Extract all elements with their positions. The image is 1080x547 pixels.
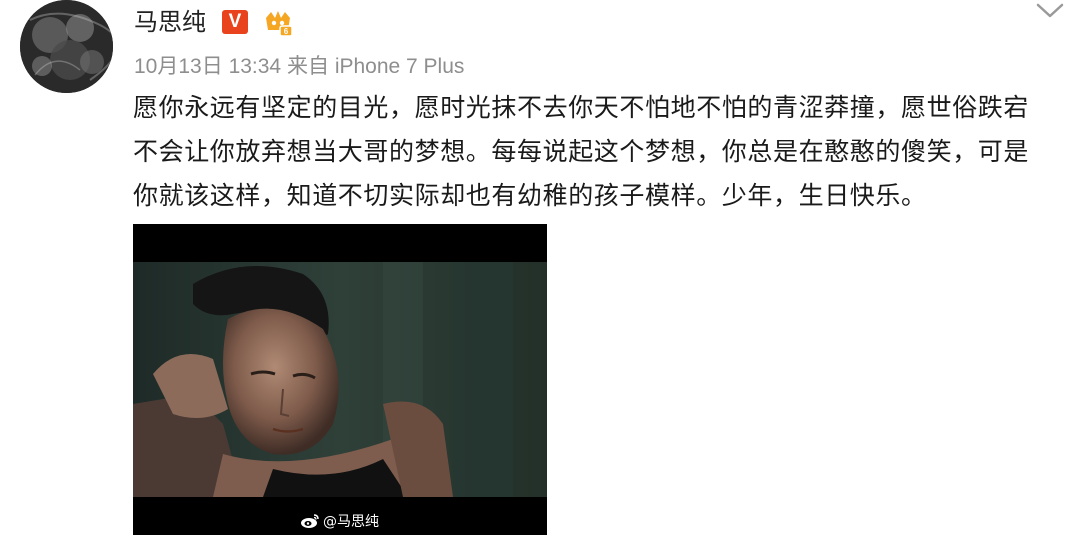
chevron-down-icon[interactable]	[1034, 0, 1066, 22]
post-photo	[133, 224, 547, 535]
post-text-line: 愿你永远有坚定的目光，愿时光抹不去你天不怕地不怕的青涩莽撞，愿世俗跌宕	[133, 93, 1030, 122]
weibo-logo-icon	[301, 514, 319, 528]
post-meta: 10月13日 13:34 来自 iPhone 7 Plus	[134, 53, 464, 81]
post-date: 10月13日	[134, 55, 223, 78]
avatar-image	[20, 0, 113, 93]
weibo-post: 马思纯 V 6 10月13日 13:34 来自 iPhone 7 Plus 愿你…	[0, 0, 1080, 547]
post-image[interactable]	[133, 224, 547, 535]
post-text-line: 不会让你放弃想当大哥的梦想。每每说起这个梦想，你总是在憨憨的傻笑，可是	[133, 137, 1030, 166]
vip-crown-icon: 6	[262, 8, 294, 38]
image-watermark: @马思纯	[300, 510, 379, 532]
post-text: 愿你永远有坚定的目光，愿时光抹不去你天不怕地不怕的青涩莽撞，愿世俗跌宕 不会让你…	[133, 86, 1063, 218]
username[interactable]: 马思纯	[134, 6, 206, 38]
post-text-line: 你就该这样，知道不切实际却也有幼稚的孩子模样。少年，生日快乐。	[133, 181, 927, 210]
avatar[interactable]	[20, 0, 113, 93]
post-time: 13:34	[228, 55, 282, 78]
verified-badge: V	[222, 10, 248, 34]
source-prefix: 来自	[286, 55, 329, 78]
watermark-handle: @马思纯	[323, 514, 379, 530]
source-device[interactable]: iPhone 7 Plus	[335, 55, 465, 78]
svg-text:6: 6	[284, 27, 289, 36]
